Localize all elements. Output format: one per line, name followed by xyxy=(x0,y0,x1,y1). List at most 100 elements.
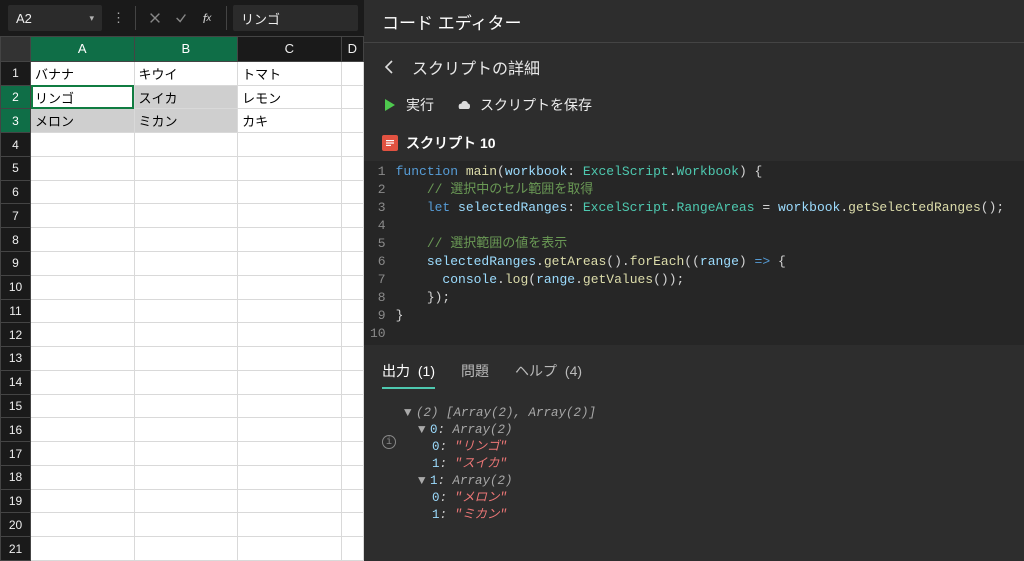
cell[interactable]: リンゴ xyxy=(31,85,135,109)
cell[interactable]: バナナ xyxy=(31,61,135,85)
cell[interactable] xyxy=(31,299,135,323)
cell[interactable] xyxy=(31,418,135,442)
column-header[interactable]: A xyxy=(31,37,135,62)
code-editor[interactable]: 12345678910 function main(workbook: Exce… xyxy=(364,161,1024,345)
cell[interactable] xyxy=(238,156,342,180)
row-header[interactable]: 17 xyxy=(1,442,31,466)
row-header[interactable]: 21 xyxy=(1,537,31,561)
column-header[interactable]: D xyxy=(341,37,363,62)
cell[interactable] xyxy=(341,323,363,347)
cell[interactable] xyxy=(134,418,238,442)
cell[interactable] xyxy=(134,252,238,276)
row-header[interactable]: 11 xyxy=(1,299,31,323)
cell[interactable] xyxy=(31,156,135,180)
cell[interactable] xyxy=(134,465,238,489)
tab-output[interactable]: 出力 (1) xyxy=(382,361,435,389)
cell[interactable] xyxy=(238,275,342,299)
cell[interactable] xyxy=(134,489,238,513)
cell[interactable] xyxy=(341,156,363,180)
cell[interactable] xyxy=(31,465,135,489)
row-header[interactable]: 18 xyxy=(1,465,31,489)
cell[interactable] xyxy=(31,275,135,299)
cell[interactable]: キウイ xyxy=(134,61,238,85)
fx-button[interactable]: fx xyxy=(194,5,220,31)
column-header[interactable]: B xyxy=(134,37,238,62)
cell[interactable] xyxy=(134,204,238,228)
save-button[interactable]: スクリプトを保存 xyxy=(456,95,592,115)
cell[interactable] xyxy=(238,252,342,276)
cell[interactable] xyxy=(134,228,238,252)
cell[interactable] xyxy=(238,513,342,537)
cell[interactable] xyxy=(238,442,342,466)
cell[interactable] xyxy=(238,228,342,252)
row-header[interactable]: 10 xyxy=(1,275,31,299)
cell[interactable] xyxy=(341,394,363,418)
cell[interactable] xyxy=(238,204,342,228)
cell[interactable] xyxy=(341,109,363,133)
cell[interactable] xyxy=(134,347,238,371)
cell[interactable] xyxy=(341,228,363,252)
cell[interactable] xyxy=(134,133,238,157)
cell[interactable]: トマト xyxy=(238,61,342,85)
cell[interactable] xyxy=(134,442,238,466)
cell[interactable] xyxy=(134,370,238,394)
row-header[interactable]: 12 xyxy=(1,323,31,347)
row-header[interactable]: 6 xyxy=(1,180,31,204)
cell[interactable] xyxy=(341,204,363,228)
cell[interactable] xyxy=(31,370,135,394)
row-header[interactable]: 2 xyxy=(1,85,31,109)
cell[interactable] xyxy=(134,156,238,180)
cell[interactable]: メロン xyxy=(31,109,135,133)
row-header[interactable]: 15 xyxy=(1,394,31,418)
cell[interactable] xyxy=(341,61,363,85)
cell[interactable] xyxy=(31,252,135,276)
row-header[interactable]: 16 xyxy=(1,418,31,442)
output-tree[interactable]: ▼(2) [Array(2), Array(2)]▼0: Array(2)0: … xyxy=(404,405,596,524)
cell[interactable] xyxy=(341,347,363,371)
cell[interactable] xyxy=(238,347,342,371)
menu-icon[interactable]: ⋮ xyxy=(108,10,129,26)
cell[interactable] xyxy=(31,133,135,157)
back-button[interactable] xyxy=(382,59,398,75)
cell[interactable]: スイカ xyxy=(134,85,238,109)
row-header[interactable]: 1 xyxy=(1,61,31,85)
row-header[interactable]: 14 xyxy=(1,370,31,394)
row-header[interactable]: 7 xyxy=(1,204,31,228)
cell[interactable] xyxy=(31,394,135,418)
cell[interactable] xyxy=(31,537,135,561)
cell[interactable] xyxy=(238,323,342,347)
cell[interactable] xyxy=(341,537,363,561)
cell[interactable] xyxy=(134,537,238,561)
row-header[interactable]: 19 xyxy=(1,489,31,513)
cell[interactable] xyxy=(31,489,135,513)
run-button[interactable]: 実行 xyxy=(382,95,434,115)
cancel-button[interactable] xyxy=(142,5,168,31)
cell[interactable] xyxy=(238,180,342,204)
cell[interactable] xyxy=(238,489,342,513)
cell[interactable] xyxy=(341,513,363,537)
cell[interactable] xyxy=(31,347,135,371)
cell[interactable] xyxy=(341,133,363,157)
cell[interactable] xyxy=(134,180,238,204)
row-header[interactable]: 5 xyxy=(1,156,31,180)
cell[interactable] xyxy=(134,323,238,347)
cell[interactable] xyxy=(134,275,238,299)
tab-problems[interactable]: 問題 xyxy=(461,361,489,389)
cell[interactable] xyxy=(238,394,342,418)
cell[interactable] xyxy=(341,418,363,442)
cell[interactable] xyxy=(341,370,363,394)
cell[interactable] xyxy=(31,204,135,228)
cell[interactable] xyxy=(134,394,238,418)
name-box[interactable]: A2 ▾ xyxy=(8,5,102,31)
cell[interactable] xyxy=(341,252,363,276)
cell[interactable] xyxy=(134,513,238,537)
cell[interactable] xyxy=(31,442,135,466)
cell[interactable] xyxy=(31,323,135,347)
cell[interactable] xyxy=(238,465,342,489)
cell[interactable] xyxy=(341,489,363,513)
cell[interactable] xyxy=(238,133,342,157)
select-all-corner[interactable] xyxy=(1,37,31,62)
cell[interactable] xyxy=(341,299,363,323)
cell[interactable] xyxy=(31,180,135,204)
cell[interactable] xyxy=(238,299,342,323)
